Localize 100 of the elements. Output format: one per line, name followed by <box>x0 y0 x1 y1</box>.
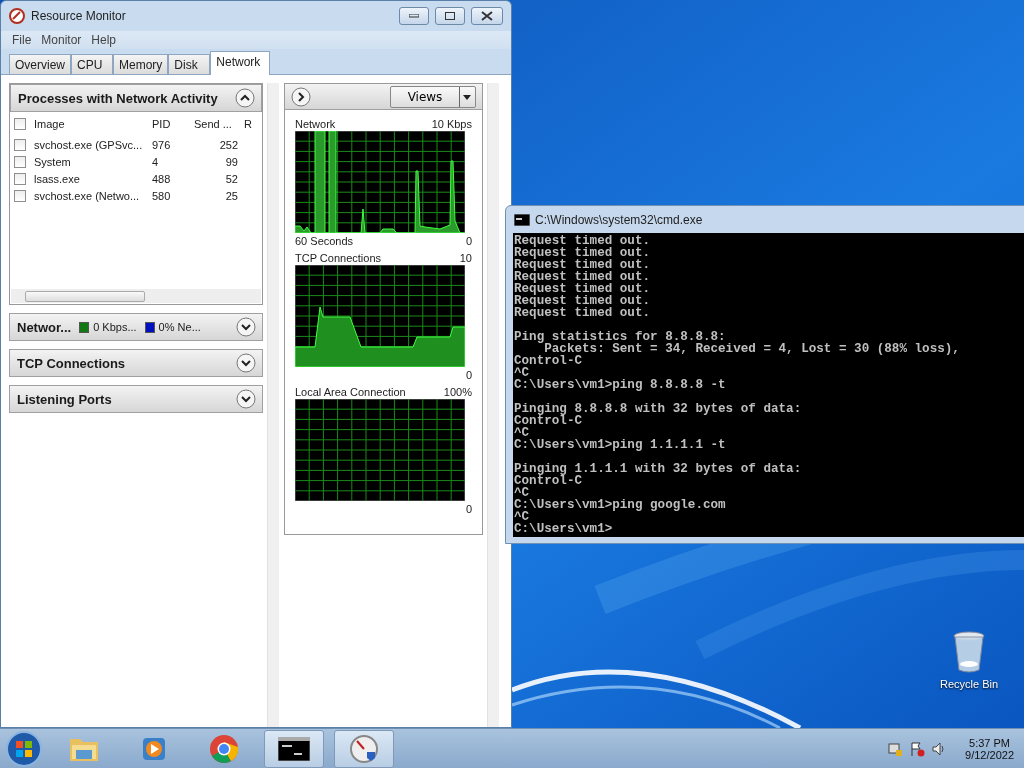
clock-time: 5:37 PM <box>969 736 1010 749</box>
scrollbar[interactable] <box>267 83 279 727</box>
terminal-icon[interactable] <box>278 736 310 761</box>
console-line: Control-C <box>514 415 584 427</box>
scrollbar[interactable] <box>11 289 261 303</box>
axis-label: 0 <box>465 502 472 515</box>
checkbox[interactable] <box>14 118 26 130</box>
checkbox[interactable] <box>14 172 26 185</box>
console-line: Request timed out. <box>514 271 652 283</box>
axis-label: 0 <box>465 234 472 247</box>
expand-icon[interactable] <box>236 389 256 409</box>
close-icon <box>481 11 493 21</box>
gauge-icon[interactable] <box>349 733 379 764</box>
column-header[interactable]: PID <box>152 118 194 130</box>
console-line: Pinging 1.1.1.1 with 32 bytes of data: <box>514 463 803 475</box>
tab[interactable]: Memory <box>113 54 169 74</box>
desktop-icon[interactable]: Recycle Bin <box>940 630 999 690</box>
close-button[interactable] <box>471 7 503 25</box>
table-cell-text: 488 <box>152 172 172 185</box>
table-cell-text: svchost.exe (GPSvc... <box>34 138 144 151</box>
table-cell-text: svchost.exe (Netwo... <box>34 189 141 202</box>
console-line: Request timed out. <box>514 283 652 295</box>
console-line: C:\Users\vm1>ping google.com <box>514 499 727 511</box>
section-title: Listening Ports <box>17 391 112 407</box>
table-cell-text: 4 <box>152 155 160 168</box>
axis-label: 10 <box>459 251 472 264</box>
panel-title: Processes with Network Activity <box>18 90 218 106</box>
console-line: Ping statistics for 8.8.8.8: <box>514 331 726 343</box>
console-line: C:\Users\vm1>ping 1.1.1.1 -t <box>514 439 727 451</box>
legend-label: 0 Kbps... <box>93 321 137 333</box>
column-header[interactable]: Send ... <box>194 118 244 130</box>
window-title: Resource Monitor <box>31 9 127 23</box>
terminal-icon <box>514 213 530 226</box>
table-cell-text: 25 <box>224 189 239 202</box>
taskbar-button[interactable] <box>264 729 324 768</box>
console-line: ^C <box>514 511 530 523</box>
collapse-icon[interactable] <box>235 88 255 108</box>
menu-item[interactable]: Monitor <box>38 31 85 49</box>
maximize-icon <box>445 12 455 20</box>
console-line: C:\Users\vm1> <box>514 523 614 535</box>
axis-label: 0 <box>465 368 472 381</box>
minimize-icon <box>409 14 419 18</box>
table-cell-text: 976 <box>152 138 172 151</box>
console-line: ^C <box>514 367 530 379</box>
console-line: Control-C <box>514 475 584 487</box>
tab[interactable]: Disk <box>168 54 211 74</box>
icon-label: Recycle Bin <box>940 678 999 690</box>
checkbox[interactable] <box>14 138 26 151</box>
graph-title: Network <box>295 117 336 130</box>
console-line: Pinging 8.8.8.8 with 32 bytes of data: <box>514 403 803 415</box>
checkbox[interactable] <box>14 155 26 168</box>
clock-date: 9/12/2022 <box>965 748 1014 761</box>
section-header[interactable]: Networ... 0 Kbps... 0% Ne... <box>9 313 263 341</box>
window-title: C:\Windows\system32\cmd.exe <box>535 212 704 227</box>
browser-icon[interactable] <box>209 733 239 764</box>
console-line: Request timed out. <box>514 235 652 247</box>
console-line: Request timed out. <box>514 307 652 319</box>
expand-icon[interactable] <box>236 317 256 337</box>
checkbox[interactable] <box>14 189 26 202</box>
section-title: TCP Connections <box>17 355 126 371</box>
column-header[interactable]: Image <box>34 118 152 130</box>
expand-icon[interactable] <box>236 353 256 373</box>
console-line: ^C <box>514 487 530 499</box>
network-icon[interactable] <box>887 740 904 757</box>
console-line: Request timed out. <box>514 247 652 259</box>
table-cell-text: lsass.exe <box>34 172 81 185</box>
axis-label: 10 Kbps <box>431 117 472 130</box>
section-title: Networ... <box>17 319 72 335</box>
section-header[interactable]: TCP Connections <box>9 349 263 377</box>
axis-label: 100% <box>443 385 472 398</box>
flag-icon[interactable] <box>909 740 926 757</box>
console-line: Request timed out. <box>514 259 652 271</box>
views-button[interactable]: Views <box>390 85 476 108</box>
menu-item[interactable]: File <box>9 31 35 49</box>
app-icon <box>9 8 25 24</box>
graph-title: Local Area Connection <box>295 385 406 398</box>
tab[interactable]: Network <box>210 51 271 75</box>
table-cell-text: 52 <box>224 172 239 185</box>
console-line: Packets: Sent = 34, Received = 4, Lost = 30 (88% loss), <box>543 343 961 355</box>
console-line: Request timed out. <box>514 295 652 307</box>
console-line: Control-C <box>514 355 584 367</box>
start-button[interactable] <box>4 729 44 768</box>
graph-title: TCP Connections <box>295 251 381 264</box>
scrollbar[interactable] <box>487 83 499 727</box>
menu-item[interactable]: Help <box>88 31 120 49</box>
expand-icon[interactable] <box>291 86 311 107</box>
column-header[interactable]: R <box>244 118 256 130</box>
maximize-button[interactable] <box>435 7 465 25</box>
axis-label: 60 Seconds <box>295 234 354 247</box>
table-cell-text: System <box>34 155 72 168</box>
tab[interactable]: Overview <box>9 54 71 74</box>
tab[interactable]: CPU <box>71 54 113 74</box>
console-line: ^C <box>514 427 530 439</box>
console-line: C:\Users\vm1>ping 8.8.8.8 -t <box>514 379 727 391</box>
legend-label: 0% Ne... <box>158 321 201 333</box>
minimize-button[interactable] <box>399 7 429 25</box>
table-cell-text: 580 <box>152 189 172 202</box>
section-header[interactable]: Listening Ports <box>9 385 263 413</box>
clock[interactable]: 5:37 PM 9/12/2022 <box>965 736 1014 761</box>
table-cell-text: 252 <box>218 138 239 151</box>
